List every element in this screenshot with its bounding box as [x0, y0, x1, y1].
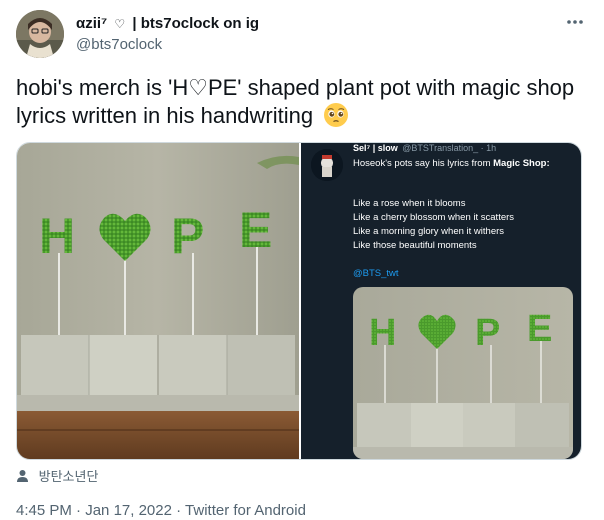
- heart-glyph: ♡: [114, 17, 126, 31]
- tweet-meta: 4:45 PM · Jan 17, 2022 · Twitter for And…: [16, 502, 306, 519]
- tweet-source: Twitter for Android: [185, 502, 306, 519]
- pleading-face-emoji: [323, 102, 349, 128]
- svg-text:P: P: [475, 312, 500, 354]
- tagged-label[interactable]: 방탄소년단: [39, 469, 99, 484]
- meta-dot: ·: [176, 502, 182, 519]
- svg-text:E: E: [239, 202, 272, 258]
- quoted-intro-bold: Magic Shop: [493, 158, 547, 169]
- quoted-mention: @BTS_twt: [353, 268, 399, 279]
- lyric-line: Like those beautiful moments: [353, 240, 477, 251]
- quoted-photo: H P E: [353, 287, 573, 459]
- tweet-header: αzii⁷ ♡ | bts7oclock on ig @bts7oclock: [16, 10, 588, 60]
- quoted-handle: @BTSTranslation_ · 1h: [402, 143, 497, 153]
- lyric-line: Like a morning glory when it withers: [353, 226, 505, 237]
- author-avatar[interactable]: [16, 10, 64, 58]
- quoted-name: Sel⁷ | slow: [353, 143, 398, 153]
- more-dots-icon[interactable]: [566, 12, 584, 30]
- quoted-intro: Hoseok's pots say his lyrics from Magic …: [353, 156, 575, 171]
- name-separator: |: [132, 15, 137, 32]
- tweet-media[interactable]: H P E Sel⁷ | slow @BTSTranslation_ · 1h …: [16, 142, 582, 460]
- tweet-body: hobi's merch is 'H♡PE' shaped plant pot …: [16, 75, 575, 128]
- quoted-intro-text: Hoseok's pots say his lyrics from: [353, 158, 494, 169]
- author-name-line[interactable]: αzii⁷ ♡ | bts7oclock on ig: [76, 15, 259, 32]
- svg-text:H: H: [369, 312, 396, 354]
- quoted-author: Sel⁷ | slow @BTSTranslation_ · 1h: [353, 143, 496, 153]
- tweet-time[interactable]: 4:45 PM: [16, 502, 72, 519]
- lyric-line: Like a cherry blossom when it scatters: [353, 212, 515, 223]
- quoted-intro-end: :: [546, 158, 550, 169]
- lyrics-list: Like a rose when it blooms Like a cherry…: [353, 197, 514, 253]
- svg-text:H: H: [39, 208, 75, 264]
- svg-text:P: P: [171, 208, 204, 264]
- lyric-line: Like a rose when it blooms: [353, 198, 466, 209]
- author-display-name[interactable]: αzii⁷: [76, 15, 107, 32]
- tweet-date[interactable]: Jan 17, 2022: [85, 502, 172, 519]
- meta-dot: ·: [76, 502, 82, 519]
- author-bio-name: bts7oclock on ig: [140, 15, 260, 32]
- author-handle[interactable]: @bts7oclock: [76, 36, 162, 53]
- tagged-people[interactable]: 방탄소년단: [16, 466, 98, 486]
- plant-pot-photo[interactable]: H P E: [17, 143, 299, 459]
- quoted-avatar: [311, 149, 343, 181]
- person-icon: [16, 469, 29, 486]
- tweet-text: hobi's merch is 'H♡PE' shaped plant pot …: [16, 74, 576, 130]
- translation-screenshot[interactable]: Sel⁷ | slow @BTSTranslation_ · 1h Hoseok…: [301, 143, 581, 459]
- svg-text:E: E: [527, 308, 552, 350]
